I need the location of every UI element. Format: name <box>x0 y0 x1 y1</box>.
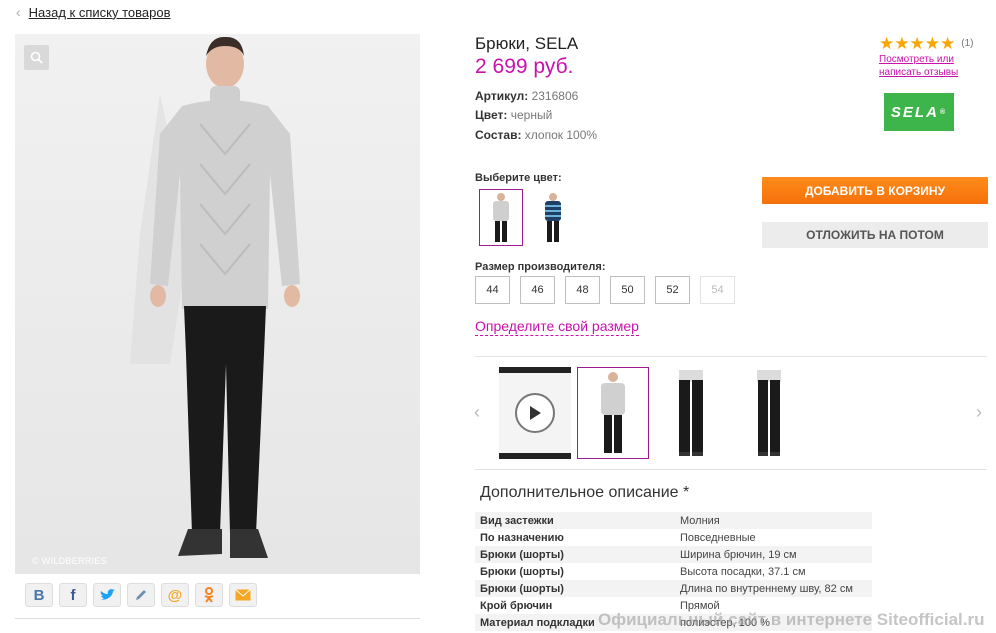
table-row: По назначению Повседневные <box>475 529 872 546</box>
chevron-right-icon[interactable]: › <box>976 402 982 423</box>
gallery-thumbnail[interactable] <box>655 367 727 459</box>
composition-label: Состав: <box>475 128 522 142</box>
model-figure <box>130 36 300 558</box>
email-share-icon[interactable] <box>229 583 257 607</box>
table-row: Брюки (шорты) Высота посадки, 37.1 см <box>475 563 872 580</box>
size-option[interactable]: 50 <box>610 276 645 304</box>
facebook-share-icon[interactable]: f <box>59 583 87 607</box>
table-row: Вид застежки Молния <box>475 512 872 529</box>
size-option[interactable]: 52 <box>655 276 690 304</box>
size-option[interactable]: 44 <box>475 276 510 304</box>
spec-value: Длина по внутреннему шву, 82 см <box>680 582 853 595</box>
article-label: Артикул: <box>475 89 529 103</box>
star-icon: ★ <box>894 34 910 53</box>
gallery-thumbnail[interactable] <box>577 367 649 459</box>
spec-key: Брюки (шорты) <box>480 548 564 561</box>
size-option[interactable]: 48 <box>565 276 600 304</box>
color-value: черный <box>510 108 553 122</box>
table-row: Брюки (шорты) Длина по внутреннему шву, 8… <box>475 580 872 597</box>
color-option-striped[interactable] <box>531 189 575 246</box>
composition-value: хлопок 100% <box>524 128 598 142</box>
product-title: Брюки, SELA <box>475 34 579 53</box>
share-buttons: В f @ <box>25 583 257 607</box>
choose-color-label: Выберите цвет: <box>475 172 562 184</box>
reviews-link[interactable]: Посмотреть или написать отзывы <box>879 53 979 79</box>
brand-logo-text: SELA <box>890 103 939 121</box>
color-option-grey[interactable] <box>479 189 523 246</box>
photo-watermark: © WILDBERRIES <box>32 556 108 566</box>
spec-key: По назначению <box>480 531 564 544</box>
spec-value: Ширина брючин, 19 см <box>680 548 797 561</box>
spec-value: Повседневные <box>680 531 756 544</box>
rating-count: (1) <box>961 38 974 49</box>
divider <box>15 618 420 619</box>
brand-logo[interactable]: SELA ® <box>884 93 954 131</box>
add-to-cart-button[interactable]: ДОБАВИТЬ В КОРЗИНУ <box>762 177 988 204</box>
size-option-unavailable: 54 <box>700 276 735 304</box>
size-selector: 44 46 48 50 52 54 <box>475 276 735 304</box>
back-to-list-link[interactable]: ‹ Назад к списку товаров <box>16 4 170 20</box>
magnifier-icon[interactable] <box>24 45 49 70</box>
table-row: Брюки (шорты) Ширина брючин, 19 см <box>475 546 872 563</box>
article-row: Артикул: 2316806 <box>475 89 578 103</box>
vk-share-icon[interactable]: В <box>25 583 53 607</box>
chevron-left-icon: ‹ <box>16 4 21 20</box>
size-option[interactable]: 46 <box>520 276 555 304</box>
description-title: Дополнительное описание * <box>480 484 690 501</box>
odnoklassniki-share-icon[interactable] <box>195 583 223 607</box>
spec-value: Молния <box>680 514 720 527</box>
color-label: Цвет: <box>475 108 508 122</box>
star-icon: ★ <box>879 34 895 53</box>
livejournal-share-icon[interactable] <box>127 583 155 607</box>
rating-stars[interactable]: ★ ★ ★ ★ ★ (1) <box>879 35 973 52</box>
color-row: Цвет: черный <box>475 108 552 122</box>
size-guide-link[interactable]: Определите свой размер <box>475 318 639 336</box>
divider <box>475 356 987 357</box>
divider <box>475 469 987 470</box>
star-icon: ★ <box>940 34 956 53</box>
play-icon <box>515 393 555 433</box>
gallery-thumbnail[interactable] <box>733 367 805 459</box>
size-label: Размер производителя: <box>475 261 606 273</box>
spec-key: Брюки (шорты) <box>480 582 564 595</box>
star-icon: ★ <box>909 34 925 53</box>
article-value: 2316806 <box>531 89 579 103</box>
star-icon: ★ <box>924 34 940 53</box>
twitter-share-icon[interactable] <box>93 583 121 607</box>
chevron-left-icon[interactable]: ‹ <box>474 402 480 423</box>
composition-row: Состав: хлопок 100% <box>475 128 597 142</box>
site-watermark: Официальный сайт в интернете Siteofficia… <box>598 610 985 629</box>
mailru-share-icon[interactable]: @ <box>161 583 189 607</box>
main-product-photo[interactable]: © WILDBERRIES <box>15 34 420 574</box>
back-link-label: Назад к списку товаров <box>28 4 171 20</box>
spec-key: Вид застежки <box>480 514 554 527</box>
spec-value: Высота посадки, 37.1 см <box>680 565 806 578</box>
product-price: 2 699 руб. <box>475 55 574 78</box>
save-for-later-button[interactable]: ОТЛОЖИТЬ НА ПОТОМ <box>762 222 988 248</box>
spec-key: Брюки (шорты) <box>480 565 564 578</box>
video-thumbnail[interactable] <box>499 367 571 459</box>
